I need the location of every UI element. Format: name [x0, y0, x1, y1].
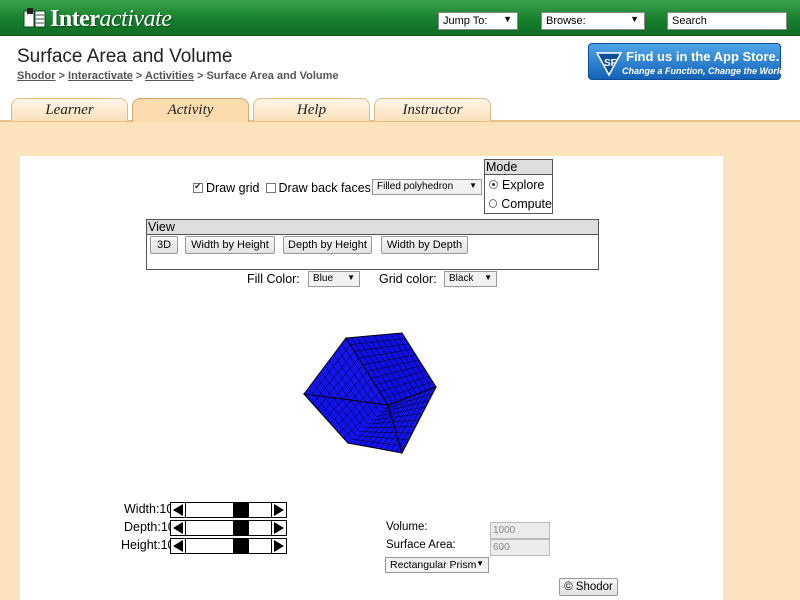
tab-learner[interactable]: Learner — [11, 98, 128, 121]
mode-compute-option[interactable]: Compute — [485, 194, 552, 213]
shodor-credit-button[interactable]: © Shodor — [559, 578, 618, 596]
search-placeholder: Search — [672, 15, 707, 27]
grid-color-select[interactable]: Black ▼ — [444, 271, 497, 287]
book-icon — [23, 8, 46, 28]
dropdown-arrow-icon: ▼ — [503, 14, 512, 24]
tab-instructor[interactable]: Instructor — [374, 98, 491, 121]
breadcrumb-shodor[interactable]: Shodor — [17, 70, 56, 82]
breadcrumb: Shodor > Interactivate > Activities > Su… — [17, 70, 339, 82]
view-3d-button[interactable]: 3D — [150, 236, 178, 254]
render-mode-value: Filled polyhedron — [377, 181, 454, 192]
decrease-arrow-icon[interactable] — [171, 503, 186, 517]
dropdown-arrow-icon: ▼ — [630, 14, 639, 24]
tab-bar: Learner Activity Help Instructor — [0, 98, 800, 122]
logo-italic: activate — [99, 5, 172, 32]
depth-slider[interactable] — [170, 520, 287, 536]
compute-label: Compute — [501, 196, 552, 211]
dropdown-arrow-icon: ▼ — [347, 273, 355, 282]
app-store-tagline: Change a Function, Change the World — [622, 66, 785, 76]
width-slider[interactable] — [170, 502, 287, 518]
width-slider-knob[interactable] — [233, 503, 249, 517]
top-banner: Interactivate Jump To: ▼ Browse: ▼ Search — [0, 0, 800, 36]
explore-radio[interactable] — [489, 180, 498, 189]
volume-field: 1000 — [490, 522, 550, 539]
cube-canvas[interactable] — [290, 325, 450, 460]
shape-value: Rectangular Prism — [390, 559, 477, 571]
fill-color-value: Blue — [313, 273, 334, 284]
fill-color-label: Fill Color: — [247, 272, 300, 286]
svg-text:SF: SF — [604, 58, 617, 69]
draw-back-faces-checkbox[interactable] — [265, 183, 276, 193]
explore-label: Explore — [502, 177, 545, 192]
increase-arrow-icon[interactable] — [271, 521, 286, 535]
jump-to-label: Jump To: — [443, 15, 488, 27]
mode-panel: Mode Explore Compute — [484, 159, 553, 214]
browse-select[interactable]: Browse: ▼ — [541, 12, 645, 30]
increase-arrow-icon[interactable] — [271, 539, 286, 553]
draw-grid-label: Draw grid — [206, 181, 260, 195]
volume-label: Volume: — [386, 521, 428, 533]
dropdown-arrow-icon: ▼ — [469, 181, 477, 190]
view-width-by-height-button[interactable]: Width by Height — [185, 236, 275, 254]
draw-back-faces-label: Draw back faces — [278, 181, 371, 195]
tab-help[interactable]: Help — [253, 98, 370, 121]
breadcrumb-activities[interactable]: Activities — [145, 70, 194, 82]
shape-select[interactable]: Rectangular Prism ▼ — [385, 557, 489, 573]
height-slider[interactable] — [170, 538, 287, 554]
height-slider-knob[interactable] — [233, 539, 249, 553]
search-input[interactable]: Search — [667, 12, 787, 30]
grid-color-value: Black — [449, 273, 474, 284]
logo-bold: Inter — [50, 5, 100, 32]
view-width-by-depth-button[interactable]: Width by Depth — [381, 236, 468, 254]
depth-slider-knob[interactable] — [233, 521, 249, 535]
increase-arrow-icon[interactable] — [271, 503, 286, 517]
browse-label: Browse: — [546, 15, 586, 27]
interactivate-logo[interactable]: Interactivate — [22, 5, 172, 32]
page-title: Surface Area and Volume — [17, 46, 233, 67]
mode-explore-option[interactable]: Explore — [485, 175, 552, 194]
decrease-arrow-icon[interactable] — [171, 539, 186, 553]
width-label: Width:10 — [124, 502, 174, 516]
draw-options: Draw grid Draw back faces — [193, 180, 371, 196]
jump-to-select[interactable]: Jump To: ▼ — [438, 12, 518, 30]
dropdown-arrow-icon: ▼ — [476, 559, 484, 568]
render-mode-select[interactable]: Filled polyhedron ▼ — [372, 179, 482, 195]
breadcrumb-interactivate[interactable]: Interactivate — [68, 70, 133, 82]
mode-title: Mode — [485, 160, 552, 175]
dropdown-arrow-icon: ▼ — [484, 273, 492, 282]
breadcrumb-current: Surface Area and Volume — [206, 70, 339, 82]
depth-label: Depth:10 — [124, 520, 175, 534]
height-label: Height:10 — [121, 538, 175, 552]
app-store-banner[interactable]: SF Find us in the App Store. Change a Fu… — [588, 43, 785, 80]
tab-activity[interactable]: Activity — [132, 98, 249, 122]
decrease-arrow-icon[interactable] — [171, 521, 186, 535]
view-title: View — [147, 220, 598, 235]
compute-radio[interactable] — [489, 199, 498, 208]
view-depth-by-height-button[interactable]: Depth by Height — [283, 236, 372, 254]
draw-grid-checkbox[interactable] — [193, 181, 203, 193]
surface-area-label: Surface Area: — [386, 539, 456, 551]
fill-color-select[interactable]: Blue ▼ — [308, 271, 360, 287]
app-store-text: Find us in the App Store. — [626, 49, 780, 64]
app-store-logo-icon: SF — [595, 52, 623, 77]
surface-area-field: 600 — [490, 539, 550, 556]
grid-color-label: Grid color: — [379, 272, 437, 286]
